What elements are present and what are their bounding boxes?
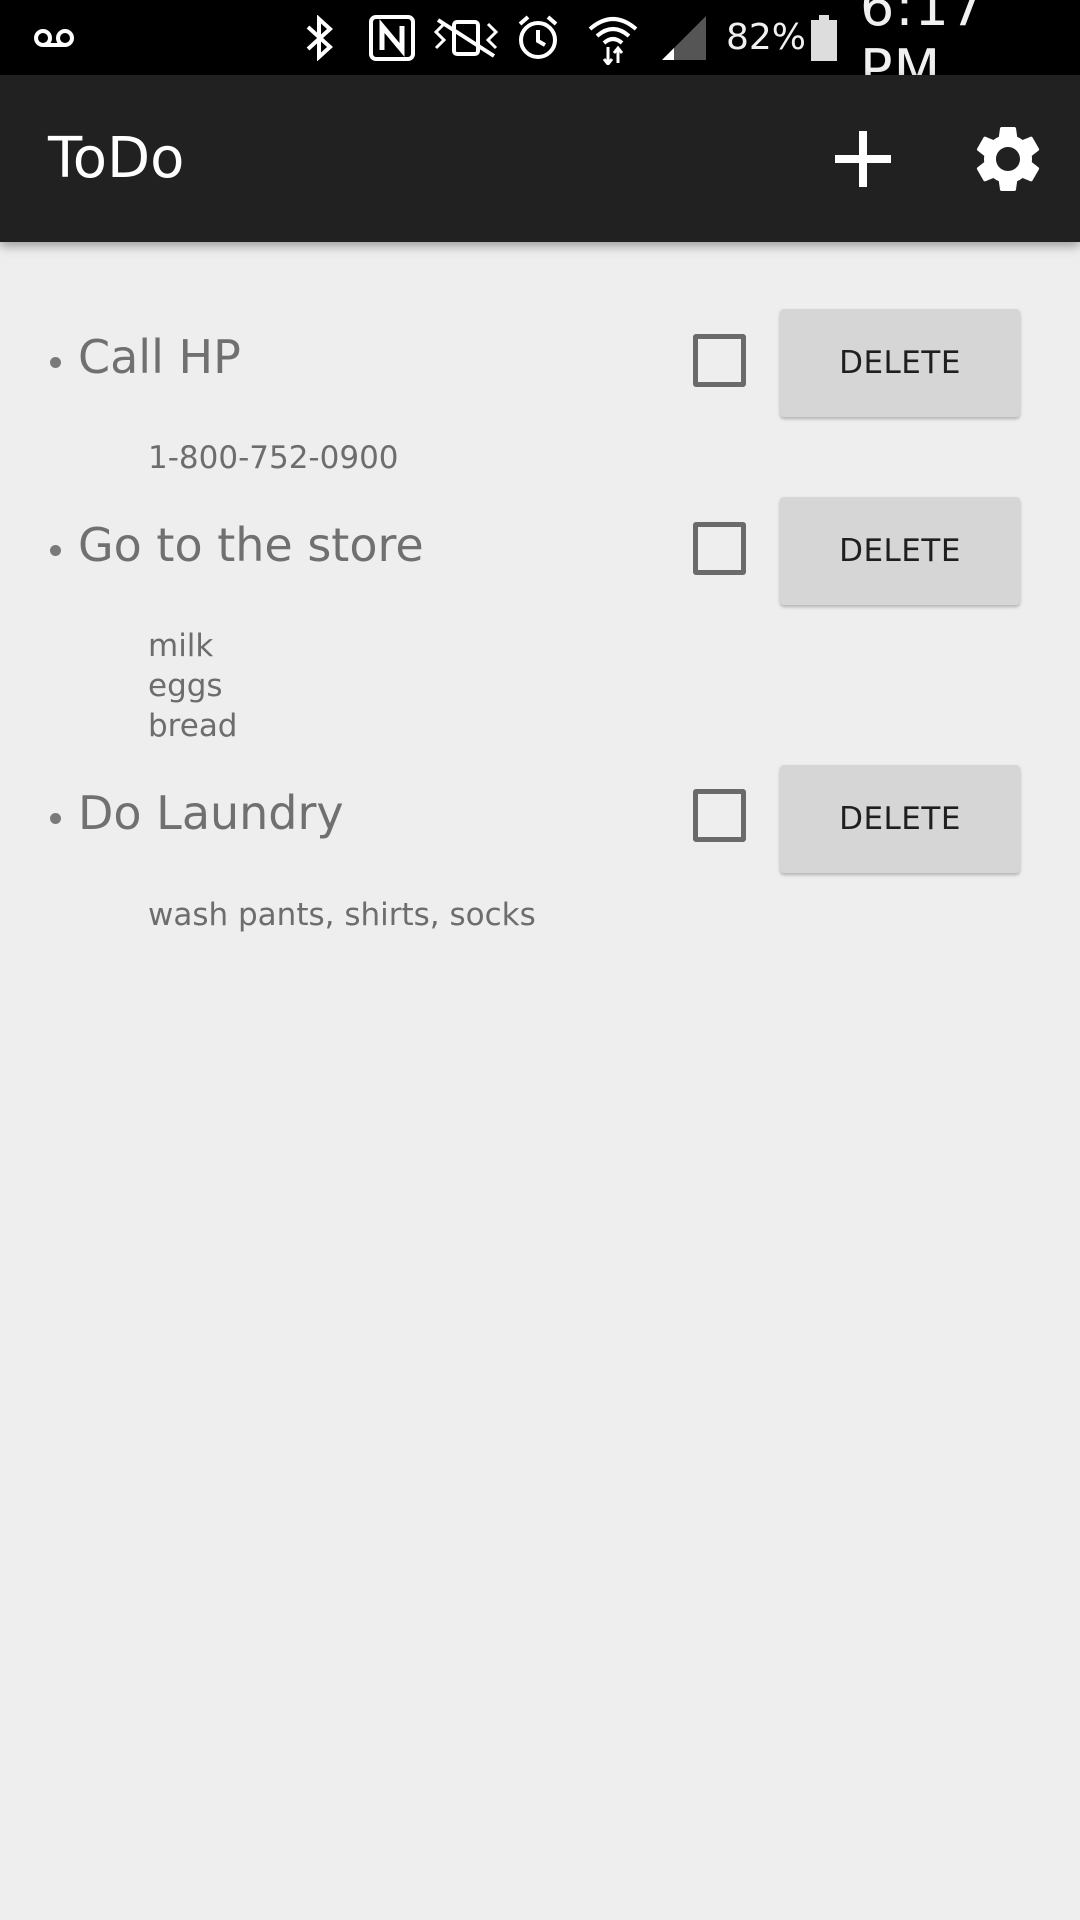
task-checkbox[interactable] [693, 522, 746, 575]
task-note: wash pants, shirts, socks [148, 897, 536, 933]
voicemail-icon [32, 0, 76, 75]
add-button[interactable] [808, 75, 918, 242]
bullet [50, 813, 61, 824]
bullet [50, 545, 61, 556]
battery-icon [810, 0, 838, 75]
cell-signal-icon [660, 0, 708, 75]
settings-icon [976, 126, 1040, 191]
vibrate-icon [430, 0, 502, 75]
app-title: ToDo [48, 126, 185, 191]
clock: 6:17 PM [860, 0, 986, 101]
add-icon [835, 130, 891, 187]
task-checkbox[interactable] [693, 334, 746, 387]
task-note: 1-800-752-0900 [148, 440, 399, 476]
status-bar: 82% 6:17 PM [0, 0, 1080, 101]
task-note: milk eggs bread [148, 628, 238, 744]
task-title: Do Laundry [78, 786, 344, 840]
delete-button[interactable]: DELETE [780, 309, 1020, 417]
bluetooth-icon [302, 0, 338, 75]
delete-button[interactable]: DELETE [780, 765, 1020, 873]
task-title: Call HP [78, 330, 241, 384]
task-title: Go to the store [78, 518, 424, 572]
app-bar: ToDo [0, 75, 1080, 242]
delete-button[interactable]: DELETE [780, 497, 1020, 605]
battery-percent: 82% [726, 17, 807, 58]
alarm-icon [514, 0, 562, 75]
wifi-icon [586, 0, 640, 75]
settings-button[interactable] [953, 75, 1063, 242]
task-checkbox[interactable] [693, 789, 746, 842]
bullet [50, 357, 61, 368]
nfc-icon [368, 0, 416, 75]
